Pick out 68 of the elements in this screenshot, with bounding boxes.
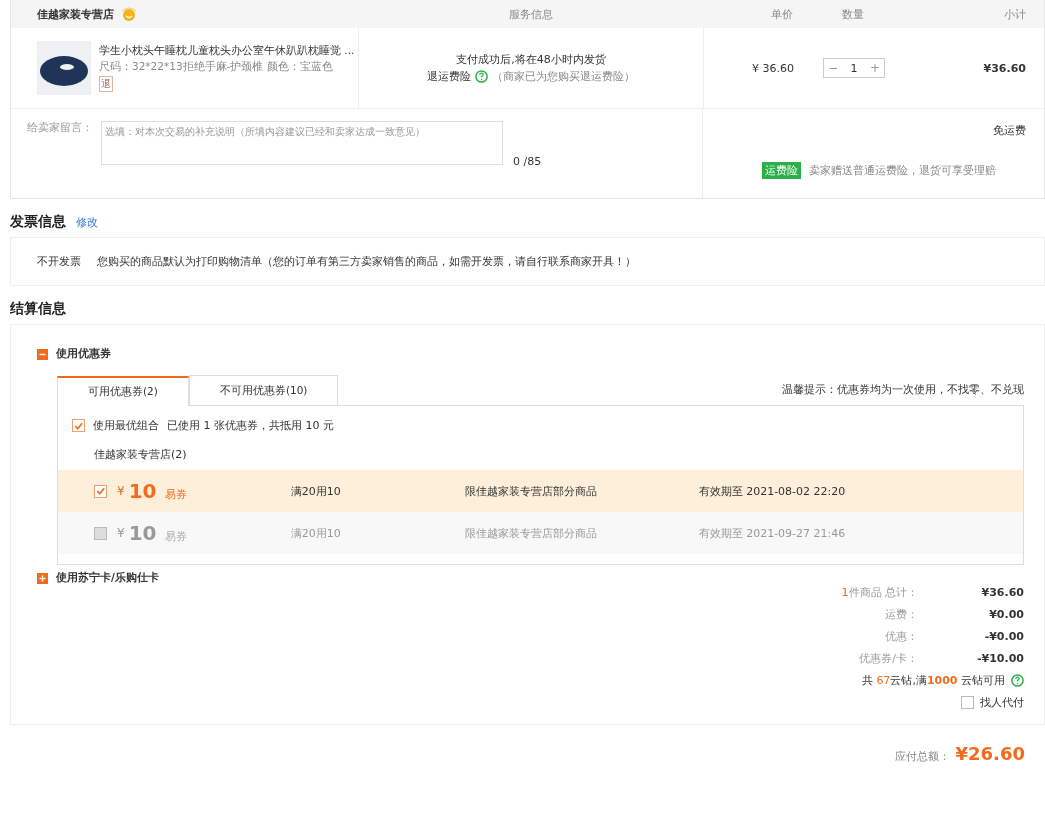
coupon-type: 易券: [164, 528, 188, 544]
coupon-tip: 温馨提示：优惠券均为一次使用，不找零、不兑现: [782, 383, 1024, 397]
best-combo-label: 使用最优组合: [93, 418, 159, 433]
currency-symbol: ¥: [117, 526, 125, 540]
card-section-label[interactable]: 使用苏宁卡/乐购仕卡: [56, 571, 159, 585]
character-counter: 0 /85: [513, 155, 542, 168]
invoice-note: 您购买的商品默认为打印购物清单（您的订单有第三方卖家销售的商品，如需开发票，请自行联系商家开具！）: [97, 254, 636, 269]
currency-symbol: ¥: [117, 484, 125, 498]
coupon-tab[interactable]: 不可用优惠券(10): [188, 375, 339, 405]
best-combo-checkbox[interactable]: [72, 419, 85, 432]
store-coupon-heading: 佳越家装专营店(2): [93, 447, 188, 463]
total-amount: ¥26.60: [955, 743, 1025, 764]
summary-value: -¥10.00: [976, 652, 1024, 665]
coupon-amount: 10: [128, 479, 158, 503]
column-header: 单价: [770, 6, 793, 22]
subtotal-price: ¥36.60: [982, 61, 1027, 75]
collapse-icon[interactable]: [37, 348, 48, 360]
coupon-tab[interactable]: 可用优惠券(2): [57, 376, 189, 406]
coupon-row[interactable]: ¥ 10 易券 满20用10 限佳越家装专营店部分商品 有效期至 2021-08-02 22:20: [58, 470, 1023, 512]
summary-label: 优惠：: [885, 629, 918, 644]
delivery-note: 支付成功后,将在48小时内发货: [456, 52, 606, 67]
product-title[interactable]: 学生小枕头午睡枕儿童枕头办公室午休趴趴枕睡觉 ...: [99, 44, 355, 58]
product-photo[interactable]: [37, 41, 91, 95]
points-note: 共 67云钻,满1000 云钻可用: [861, 673, 1005, 688]
summary-value: -¥0.00: [983, 630, 1024, 643]
message-label: 给卖家留言：: [27, 121, 94, 135]
summary-label: 1件商品 总计：: [841, 585, 918, 600]
coupon-section-label[interactable]: 使用优惠券: [56, 347, 111, 361]
edit-link[interactable]: 修改: [76, 215, 98, 230]
help-icon[interactable]: [475, 70, 488, 83]
summary-label: 运费：: [885, 607, 918, 622]
pay-for-me-label: 找人代付: [980, 695, 1024, 710]
unit-price: ¥ 36.60: [751, 61, 794, 75]
coupon-condition: 满20用10: [290, 483, 342, 499]
coupon-amount: 10: [128, 521, 158, 545]
help-icon[interactable]: [1011, 674, 1024, 687]
quantity-value[interactable]: 1: [850, 61, 858, 75]
coupon-scope: 限佳越家装专营店部分商品: [464, 525, 598, 541]
coupon-expiry: 有效期至 2021-08-02 22:20: [698, 483, 846, 499]
store-name[interactable]: 佳越家装专营店: [37, 6, 114, 22]
coupon-summary: 已使用 1 张优惠券，共抵用 10 元: [167, 418, 334, 433]
coupon-expiry: 有效期至 2021-09-27 21:46: [698, 525, 846, 541]
summary-value: ¥0.00: [988, 608, 1024, 621]
pay-for-me-checkbox[interactable]: [961, 696, 974, 709]
summary-value: ¥36.60: [980, 586, 1024, 599]
insurance-note: （商家已为您购买退运费险）: [492, 69, 635, 84]
return-tag: 退: [99, 76, 113, 92]
quantity-stepper[interactable]: − 1 +: [823, 58, 885, 78]
column-header: 小计: [1003, 6, 1027, 22]
coupon-scope: 限佳越家装专营店部分商品: [464, 483, 598, 499]
section-title: 结算信息: [10, 300, 66, 318]
column-header: 数量: [841, 6, 865, 22]
coupon-type: 易券: [164, 486, 188, 502]
shipping-fee: 免运费: [993, 123, 1026, 138]
insurance-label: 退运费险: [427, 69, 471, 84]
product-spec: 尺码：32*22*13拒绝手麻-护颈椎 颜色：宝蓝色: [99, 60, 333, 74]
coupon-condition: 满20用10: [290, 525, 342, 541]
column-header: 服务信息: [508, 6, 554, 22]
insurance-description: 卖家赠送普通运费险，退货可享受理赔: [809, 163, 996, 178]
total-label: 应付总额：: [894, 749, 950, 764]
summary-label: 优惠券/卡：: [859, 651, 918, 666]
coupon-checkbox[interactable]: [94, 526, 107, 540]
expand-icon[interactable]: [37, 572, 48, 584]
section-title: 发票信息: [10, 213, 66, 231]
insurance-badge: 运费险: [762, 162, 801, 179]
smiley-badge-icon: [120, 7, 138, 21]
coupon-checkbox[interactable]: [94, 484, 107, 498]
invoice-type: 不开发票: [37, 254, 81, 269]
